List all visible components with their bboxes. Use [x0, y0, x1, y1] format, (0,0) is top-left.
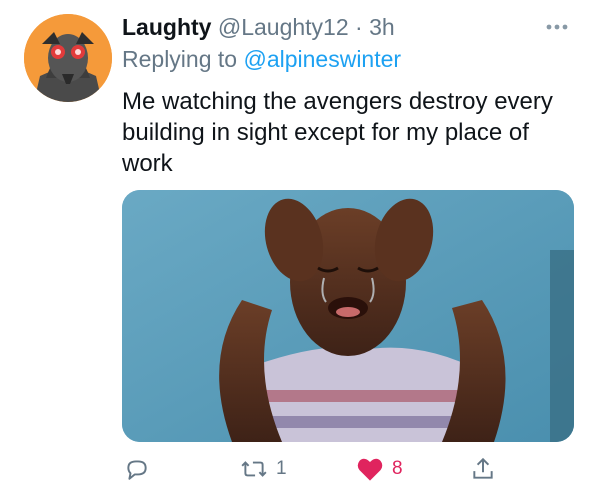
heart-icon [357, 458, 383, 481]
tweet-text: Me watching the avengers destroy every b… [122, 88, 553, 177]
tweet-actions: 1 8 [0, 452, 600, 486]
display-name[interactable]: Laughty [122, 14, 211, 40]
replying-to: Replying to @alpineswinter [122, 44, 401, 74]
like-count: 8 [392, 458, 403, 479]
replying-handle-link[interactable]: @alpineswinter [243, 46, 401, 72]
retweet-count: 1 [276, 458, 287, 479]
like-button[interactable]: 8 [356, 452, 403, 486]
tweet-media-image[interactable] [122, 190, 574, 442]
reply-icon [127, 460, 147, 480]
retweet-button[interactable]: 1 [240, 452, 287, 486]
separator-dot: · [355, 14, 363, 40]
retweet-icon [241, 461, 267, 477]
tweet-header: Laughty @Laughty12 · 3h [122, 12, 395, 42]
user-handle[interactable]: @Laughty12 [218, 14, 349, 40]
share-icon [473, 457, 493, 479]
share-button[interactable] [470, 452, 496, 486]
tweet-card[interactable]: Laughty @Laughty12 · 3h Replying to @alp… [0, 0, 600, 493]
more-dots-icon[interactable] [540, 20, 574, 34]
avatar[interactable] [24, 14, 112, 102]
crying-kid-photo [122, 190, 574, 442]
replying-prefix: Replying to [122, 46, 238, 72]
timestamp[interactable]: 3h [369, 14, 395, 40]
reply-button[interactable] [124, 452, 150, 486]
cartoon-avatar-icon [24, 14, 112, 102]
